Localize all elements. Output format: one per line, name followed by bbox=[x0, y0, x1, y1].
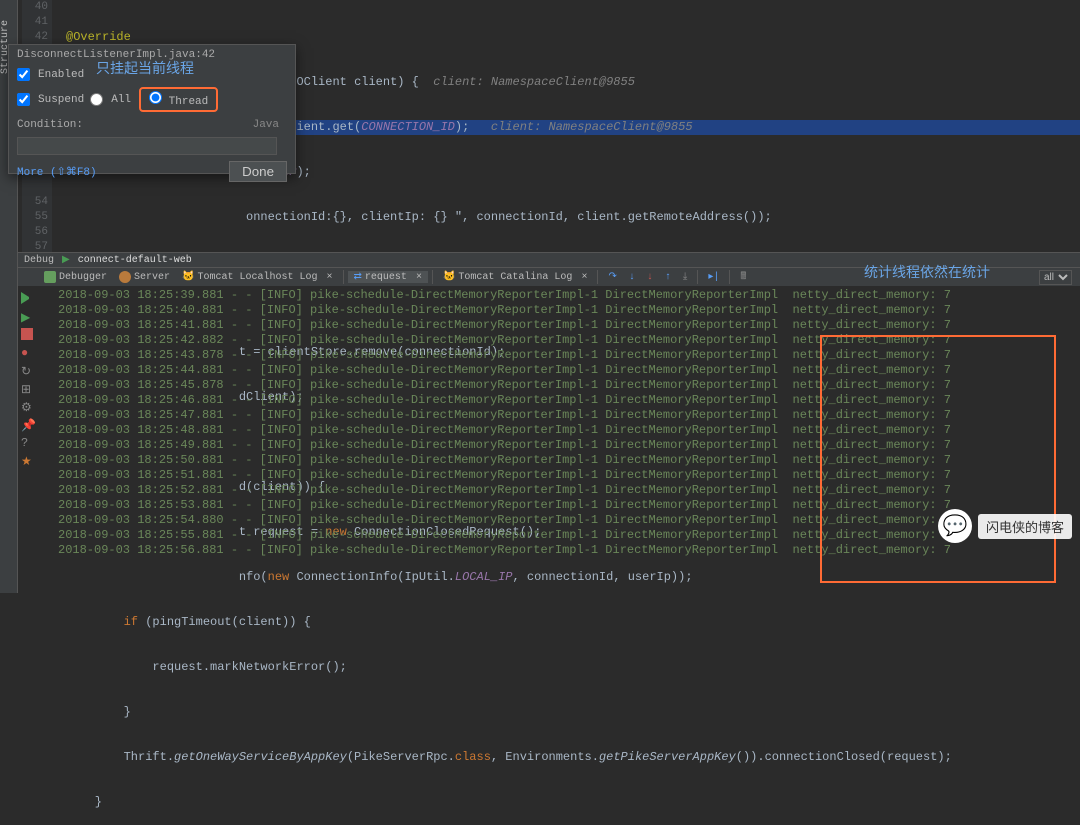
log-line: 2018-09-03 18:25:43.878 - - [INFO] pike-… bbox=[38, 348, 1080, 363]
log-line: 2018-09-03 18:25:51.881 - - [INFO] pike-… bbox=[38, 468, 1080, 483]
log-line: 2018-09-03 18:25:56.881 - - [INFO] pike-… bbox=[38, 543, 1080, 558]
console-side-icons: ▶ ● ↻ ⊞ ⚙ 📌 ? ★ bbox=[18, 288, 36, 466]
close-icon[interactable]: × bbox=[321, 272, 333, 283]
log-line: 2018-09-03 18:25:44.881 - - [INFO] pike-… bbox=[38, 363, 1080, 378]
log-line: 2018-09-03 18:25:55.881 - - [INFO] pike-… bbox=[38, 528, 1080, 543]
log-line: 2018-09-03 18:25:40.881 - - [INFO] pike-… bbox=[38, 303, 1080, 318]
breakpoints-icon[interactable]: ● bbox=[21, 346, 33, 358]
suspend-label: Suspend bbox=[38, 94, 84, 106]
separator bbox=[729, 270, 730, 284]
line-no: 56 bbox=[22, 225, 48, 240]
annotation-stats-thread: 统计线程依然在统计 bbox=[864, 262, 990, 282]
debugger-tab[interactable]: Debugger bbox=[38, 271, 113, 283]
close-icon[interactable]: × bbox=[410, 272, 422, 283]
code-line: request.markNetworkError(); bbox=[56, 660, 1080, 675]
log-line: 2018-09-03 18:25:45.878 - - [INFO] pike-… bbox=[38, 378, 1080, 393]
separator bbox=[697, 270, 698, 284]
settings-icon[interactable]: ⚙ bbox=[21, 400, 33, 412]
code-line: } bbox=[56, 705, 1080, 720]
request-tab[interactable]: ⇄request × bbox=[348, 271, 428, 283]
log-line: 2018-09-03 18:25:54.880 - - [INFO] pike-… bbox=[38, 513, 1080, 528]
step-out-icon[interactable]: ↑ bbox=[659, 272, 677, 283]
enabled-label: Enabled bbox=[38, 69, 84, 81]
thread-highlight: Thread bbox=[139, 87, 218, 112]
code-line: Thrift.getOneWayServiceByAppKey(PikeServ… bbox=[56, 750, 1080, 765]
line-no: 54 bbox=[22, 195, 48, 210]
tomcat-icon: 🐱 bbox=[443, 271, 455, 283]
force-step-into-icon[interactable]: ↓ bbox=[641, 272, 659, 283]
log-line: 2018-09-03 18:25:41.881 - - [INFO] pike-… bbox=[38, 318, 1080, 333]
tomcat-catalina-log-tab[interactable]: 🐱Tomcat Catalina Log × bbox=[437, 271, 594, 283]
help-icon[interactable]: ? bbox=[21, 436, 33, 448]
code-line: if (pingTimeout(client)) { bbox=[56, 615, 1080, 630]
enabled-checkbox[interactable] bbox=[17, 68, 30, 81]
tomcat-icon: 🐱 bbox=[182, 271, 194, 283]
step-over-icon[interactable]: ↷ bbox=[602, 271, 622, 283]
log-line: 2018-09-03 18:25:46.881 - - [INFO] pike-… bbox=[38, 393, 1080, 408]
server-tab[interactable]: Server bbox=[113, 271, 176, 283]
request-icon: ⇄ bbox=[354, 271, 362, 283]
all-label: All bbox=[111, 94, 131, 106]
condition-lang: Java bbox=[253, 119, 287, 131]
layout-icon[interactable]: ⊞ bbox=[21, 382, 33, 394]
log-level-select[interactable]: all bbox=[1039, 270, 1072, 285]
more-link[interactable]: More (⇧⌘F8) bbox=[17, 165, 97, 179]
condition-input[interactable] bbox=[17, 137, 277, 155]
pin-icon[interactable]: 📌 bbox=[21, 418, 33, 430]
return-icon[interactable]: ↻ bbox=[21, 364, 33, 376]
breakpoint-suspend-row: Suspend All Thread bbox=[9, 84, 295, 115]
code-line: @Override bbox=[56, 30, 1080, 45]
separator bbox=[597, 270, 598, 284]
separator bbox=[343, 270, 344, 284]
condition-label: Condition: Java bbox=[9, 115, 295, 135]
stop-icon[interactable] bbox=[21, 328, 33, 340]
code-line: } bbox=[56, 795, 1080, 810]
wechat-icon: 💬 bbox=[938, 509, 972, 543]
suspend-checkbox[interactable] bbox=[17, 93, 30, 106]
log-line: 2018-09-03 18:25:52.881 - - [INFO] pike-… bbox=[38, 483, 1080, 498]
suspend-all-radio[interactable] bbox=[90, 93, 103, 106]
watermark-text: 闪电侠的博客 bbox=[978, 514, 1072, 539]
debug-config-icon: ▶ bbox=[62, 254, 70, 266]
thread-label: Thread bbox=[169, 96, 209, 108]
close-icon[interactable]: × bbox=[575, 272, 587, 283]
resume-icon[interactable] bbox=[21, 292, 33, 304]
console-output[interactable]: 2018-09-03 18:25:39.881 - - [INFO] pike-… bbox=[38, 288, 1080, 593]
line-no: 55 bbox=[22, 210, 48, 225]
step-icon[interactable]: ▶ bbox=[21, 310, 33, 322]
suspend-thread-radio[interactable] bbox=[149, 91, 162, 104]
done-button[interactable]: Done bbox=[229, 161, 287, 182]
debug-tab-label: Debug bbox=[24, 255, 54, 266]
log-line: 2018-09-03 18:25:47.881 - - [INFO] pike-… bbox=[38, 408, 1080, 423]
line-no: 42 bbox=[22, 30, 48, 45]
bug-icon bbox=[44, 271, 56, 283]
separator bbox=[432, 270, 433, 284]
drop-frame-icon[interactable]: ⤓ bbox=[677, 271, 693, 283]
code-line: onnectionId:{}, clientIp: {} ", connecti… bbox=[56, 210, 1080, 225]
run-to-cursor-icon[interactable]: ▸| bbox=[702, 271, 725, 283]
server-icon bbox=[119, 271, 131, 283]
log-line: 2018-09-03 18:25:53.881 - - [INFO] pike-… bbox=[38, 498, 1080, 513]
tomcat-localhost-log-tab[interactable]: 🐱Tomcat Localhost Log × bbox=[176, 271, 339, 283]
log-line: 2018-09-03 18:25:49.881 - - [INFO] pike-… bbox=[38, 438, 1080, 453]
log-line: 2018-09-03 18:25:50.881 - - [INFO] pike-… bbox=[38, 453, 1080, 468]
log-line: 2018-09-03 18:25:39.881 - - [INFO] pike-… bbox=[38, 288, 1080, 303]
log-line: 2018-09-03 18:25:48.881 - - [INFO] pike-… bbox=[38, 423, 1080, 438]
fav-icon[interactable]: ★ bbox=[21, 454, 33, 466]
log-line: 2018-09-03 18:25:42.882 - - [INFO] pike-… bbox=[38, 333, 1080, 348]
evaluate-icon[interactable]: 🖩 bbox=[734, 269, 752, 286]
line-no: 40 bbox=[22, 0, 48, 15]
line-no: 41 bbox=[22, 15, 48, 30]
debug-config-name[interactable]: connect-default-web bbox=[78, 255, 192, 266]
step-into-icon[interactable]: ↓ bbox=[623, 272, 641, 283]
watermark: 💬 闪电侠的博客 bbox=[938, 509, 1072, 543]
annotation-suspend-thread: 只挂起当前线程 bbox=[96, 58, 194, 78]
